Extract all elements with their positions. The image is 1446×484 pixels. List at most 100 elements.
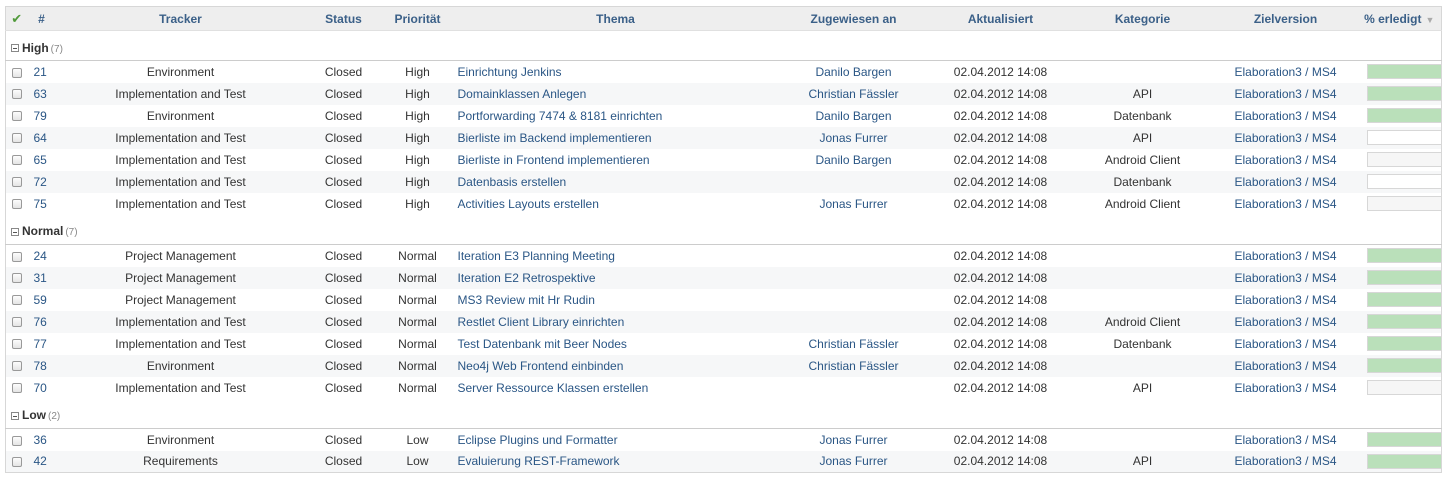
version-link[interactable]: Elaboration3 / MS4 [1234, 153, 1336, 167]
table-row[interactable]: 75 Implementation and Test Closed High Activ… [5, 192, 1442, 215]
table-row[interactable]: 59 Project Management Closed Normal MS3 Revi… [5, 288, 1442, 311]
assigned-link[interactable]: Danilo Bargen [815, 109, 891, 123]
table-row[interactable]: 63 Implementation and Test Closed High Domai… [5, 82, 1442, 105]
subject-link[interactable]: Bierliste in Frontend implementieren [458, 153, 650, 167]
row-checkbox[interactable] [12, 435, 22, 446]
collapse-icon[interactable] [11, 228, 19, 237]
assigned-link[interactable]: Danilo Bargen [815, 153, 891, 167]
version-link[interactable]: Elaboration3 / MS4 [1234, 175, 1336, 189]
subject-link[interactable]: Test Datenbank mit Beer Nodes [458, 337, 627, 351]
subject-link[interactable]: Iteration E3 Planning Meeting [458, 249, 615, 263]
column-header-subject[interactable]: Thema [453, 6, 778, 31]
row-checkbox[interactable] [12, 251, 22, 262]
row-checkbox[interactable] [12, 133, 22, 144]
version-link[interactable]: Elaboration3 / MS4 [1234, 197, 1336, 211]
subject-link[interactable]: Restlet Client Library einrichten [458, 315, 625, 329]
id-link[interactable]: 64 [34, 131, 47, 145]
row-checkbox[interactable] [12, 155, 22, 166]
table-row[interactable]: 31 Project Management Closed Normal Iteratio… [5, 266, 1442, 289]
version-link[interactable]: Elaboration3 / MS4 [1234, 131, 1336, 145]
subject-link[interactable]: Activities Layouts erstellen [458, 197, 599, 211]
assigned-link[interactable]: Christian Fässler [808, 87, 898, 101]
row-checkbox[interactable] [12, 67, 22, 78]
version-link[interactable]: Elaboration3 / MS4 [1234, 249, 1336, 263]
version-link[interactable]: Elaboration3 / MS4 [1234, 433, 1336, 447]
table-row[interactable]: 36 Environment Closed Low Eclipse Plugins un… [5, 428, 1442, 451]
table-row[interactable]: 72 Implementation and Test Closed High Daten… [5, 170, 1442, 193]
subject-link[interactable]: Portforwarding 7474 & 8181 einrichten [458, 109, 663, 123]
subject-link[interactable]: Server Ressource Klassen erstellen [458, 381, 649, 395]
row-checkbox[interactable] [12, 457, 22, 468]
row-checkbox[interactable] [12, 361, 22, 372]
id-link[interactable]: 78 [34, 359, 47, 373]
column-header-category[interactable]: Kategorie [1071, 6, 1214, 31]
table-row[interactable]: 64 Implementation and Test Closed High Bierl… [5, 126, 1442, 149]
row-checkbox[interactable] [12, 199, 22, 210]
version-link[interactable]: Elaboration3 / MS4 [1234, 337, 1336, 351]
column-header-tracker[interactable]: Tracker [55, 6, 306, 31]
version-link[interactable]: Elaboration3 / MS4 [1234, 454, 1336, 468]
id-link[interactable]: 31 [34, 271, 47, 285]
row-checkbox[interactable] [12, 177, 22, 188]
subject-link[interactable]: Domainklassen Anlegen [458, 87, 587, 101]
id-link[interactable]: 79 [34, 109, 47, 123]
subject-link[interactable]: MS3 Review mit Hr Rudin [458, 293, 595, 307]
table-row[interactable]: 70 Implementation and Test Closed Normal Ser… [5, 376, 1442, 399]
column-header-version[interactable]: Zielversion [1213, 6, 1358, 31]
subject-link[interactable]: Einrichtung Jenkins [458, 65, 562, 79]
subject-link[interactable]: Evaluierung REST-Framework [458, 454, 620, 468]
row-checkbox[interactable] [12, 89, 22, 100]
assigned-link[interactable]: Jonas Furrer [819, 131, 887, 145]
subject-link[interactable]: Neo4j Web Frontend einbinden [458, 359, 624, 373]
table-row[interactable]: 42 Requirements Closed Low Evaluierung REST-… [5, 450, 1442, 473]
version-link[interactable]: Elaboration3 / MS4 [1234, 109, 1336, 123]
subject-link[interactable]: Iteration E2 Retrospektive [458, 271, 596, 285]
id-link[interactable]: 70 [34, 381, 47, 395]
subject-link[interactable]: Bierliste im Backend implementieren [458, 131, 652, 145]
column-header-done[interactable]: % erledigt ▼ [1357, 6, 1442, 31]
row-checkbox[interactable] [12, 317, 22, 328]
table-row[interactable]: 76 Implementation and Test Closed Normal Res… [5, 310, 1442, 333]
version-link[interactable]: Elaboration3 / MS4 [1234, 381, 1336, 395]
id-link[interactable]: 42 [34, 454, 47, 468]
id-link[interactable]: 77 [34, 337, 47, 351]
column-header-priority[interactable]: Priorität [381, 6, 454, 31]
assigned-link[interactable]: Danilo Bargen [815, 65, 891, 79]
assigned-link[interactable]: Jonas Furrer [819, 433, 887, 447]
subject-link[interactable]: Datenbasis erstellen [458, 175, 567, 189]
subject-link[interactable]: Eclipse Plugins und Formatter [458, 433, 618, 447]
id-link[interactable]: 75 [34, 197, 47, 211]
version-link[interactable]: Elaboration3 / MS4 [1234, 65, 1336, 79]
collapse-icon[interactable] [11, 412, 19, 421]
table-row[interactable]: 24 Project Management Closed Normal Iteratio… [5, 244, 1442, 267]
row-checkbox[interactable] [12, 295, 22, 306]
id-link[interactable]: 63 [34, 87, 47, 101]
id-link[interactable]: 59 [34, 293, 47, 307]
version-link[interactable]: Elaboration3 / MS4 [1234, 293, 1336, 307]
row-checkbox[interactable] [12, 383, 22, 394]
version-link[interactable]: Elaboration3 / MS4 [1234, 315, 1336, 329]
select-all-toggle[interactable]: ✔ [5, 6, 28, 31]
row-checkbox[interactable] [12, 339, 22, 350]
table-row[interactable]: 65 Implementation and Test Closed High Bierl… [5, 148, 1442, 171]
version-link[interactable]: Elaboration3 / MS4 [1234, 271, 1336, 285]
column-header-id[interactable]: # [27, 6, 56, 31]
collapse-icon[interactable] [11, 44, 19, 53]
version-link[interactable]: Elaboration3 / MS4 [1234, 87, 1336, 101]
column-header-updated[interactable]: Aktualisiert [929, 6, 1072, 31]
column-header-assigned[interactable]: Zugewiesen an [777, 6, 930, 31]
version-link[interactable]: Elaboration3 / MS4 [1234, 359, 1336, 373]
row-checkbox[interactable] [12, 111, 22, 122]
id-link[interactable]: 21 [34, 65, 47, 79]
id-link[interactable]: 72 [34, 175, 47, 189]
assigned-link[interactable]: Jonas Furrer [819, 197, 887, 211]
table-row[interactable]: 79 Environment Closed High Portforwarding 74… [5, 104, 1442, 127]
id-link[interactable]: 76 [34, 315, 47, 329]
table-row[interactable]: 21 Environment Closed High Einrichtung Jenki… [5, 60, 1442, 83]
column-header-status[interactable]: Status [305, 6, 382, 31]
row-checkbox[interactable] [12, 273, 22, 284]
table-row[interactable]: 78 Environment Closed Normal Neo4j Web Front… [5, 354, 1442, 377]
assigned-link[interactable]: Christian Fässler [808, 337, 898, 351]
id-link[interactable]: 65 [34, 153, 47, 167]
id-link[interactable]: 24 [34, 249, 47, 263]
